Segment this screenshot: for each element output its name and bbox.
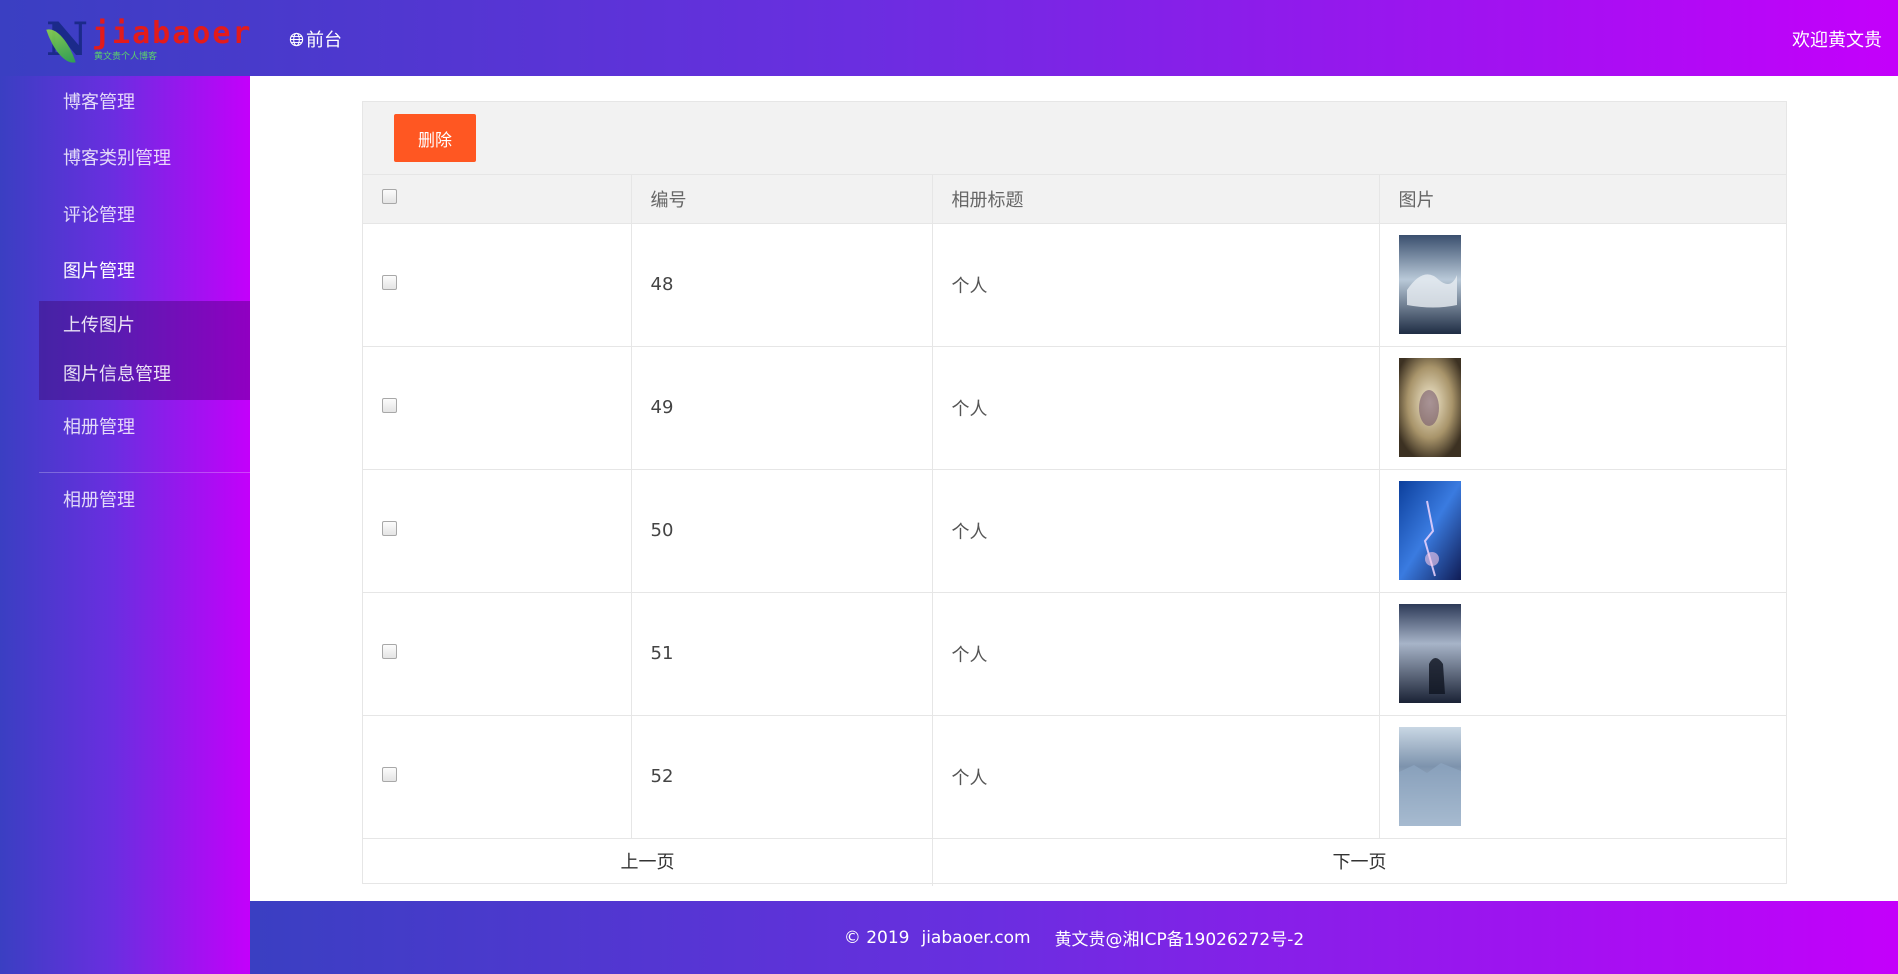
thumbnail-image[interactable]: [1398, 727, 1461, 826]
row-title: 个人: [932, 223, 1380, 347]
front-link[interactable]: 前台: [289, 26, 342, 52]
table-header-row: 编号 相册标题 图片: [363, 175, 1786, 224]
row-id: 50: [631, 469, 933, 593]
image-table: 编号 相册标题 图片 48 个人 49 个人 50 个人 51 个人 52 个人: [363, 175, 1786, 839]
sidebar-subitem-upload-image[interactable]: 上传图片: [39, 301, 250, 350]
sidebar: 博客管理 博客类别管理 评论管理 图片管理 上传图片 图片信息管理 相册管理 相…: [0, 76, 250, 974]
sidebar-divider: [39, 472, 250, 473]
row-checkbox-cell: [363, 715, 632, 839]
table-row: 51 个人: [363, 592, 1786, 716]
row-checkbox-cell: [363, 469, 632, 593]
row-checkbox[interactable]: [382, 398, 397, 413]
row-title: 个人: [932, 715, 1380, 839]
column-header-image[interactable]: 图片: [1379, 175, 1786, 224]
row-id: 51: [631, 592, 933, 716]
site-logo[interactable]: N jiabaoer 黄文贵个人博客: [44, 14, 251, 68]
logo-subtitle: 黄文贵个人博客: [94, 52, 158, 62]
footer-icp[interactable]: 黄文贵@湘ICP备19026272号-2: [1055, 925, 1305, 950]
row-checkbox-cell: [363, 346, 632, 470]
row-title: 个人: [932, 346, 1380, 470]
row-checkbox-cell: [363, 592, 632, 716]
table-row: 49 个人: [363, 346, 1786, 470]
logo-text: jiabaoer: [92, 16, 253, 51]
sidebar-item-blog-category[interactable]: 博客类别管理: [39, 135, 250, 183]
row-image-cell: [1379, 469, 1786, 593]
row-title: 个人: [932, 592, 1380, 716]
footer-copyright: © 2019: [843, 927, 910, 948]
globe-icon: [289, 32, 304, 46]
prev-page-button[interactable]: 上一页: [363, 838, 933, 886]
row-checkbox[interactable]: [382, 767, 397, 782]
row-image-cell: [1379, 223, 1786, 347]
row-id: 48: [631, 223, 933, 347]
row-image-cell: [1379, 346, 1786, 470]
row-image-cell: [1379, 592, 1786, 716]
row-checkbox[interactable]: [382, 275, 397, 290]
image-table-panel: 删除 编号 相册标题 图片 48 个人 49 个人 50 个人 51 个人 52…: [362, 101, 1787, 886]
table-row: 52 个人: [363, 715, 1786, 839]
next-page-button[interactable]: 下一页: [933, 839, 1786, 886]
row-checkbox[interactable]: [382, 521, 397, 536]
row-checkbox[interactable]: [382, 644, 397, 659]
thumbnail-image[interactable]: [1398, 235, 1461, 334]
header-checkbox-cell: [363, 175, 632, 224]
sidebar-item-images[interactable]: 图片管理: [39, 248, 250, 296]
front-link-label: 前台: [306, 30, 342, 51]
row-checkbox-cell: [363, 223, 632, 347]
footer-site-link[interactable]: jiabaoer.com: [921, 928, 1030, 948]
row-image-cell: [1379, 715, 1786, 839]
pagination: 上一页 下一页: [363, 838, 1786, 886]
delete-button[interactable]: 删除: [394, 114, 476, 162]
column-header-album-title[interactable]: 相册标题: [932, 175, 1380, 224]
sidebar-item-blog[interactable]: 博客管理: [39, 79, 250, 127]
row-id: 49: [631, 346, 933, 470]
table-toolbar: 删除: [363, 102, 1786, 175]
thumbnail-image[interactable]: [1398, 358, 1461, 457]
footer: © 2019 jiabaoer.com 黄文贵@湘ICP备19026272号-2: [250, 901, 1898, 974]
sidebar-subitem-image-info[interactable]: 图片信息管理: [39, 350, 250, 399]
sidebar-item-comments[interactable]: 评论管理: [39, 192, 250, 240]
thumbnail-image[interactable]: [1398, 481, 1461, 580]
row-title: 个人: [932, 469, 1380, 593]
table-row: 48 个人: [363, 223, 1786, 347]
table-row: 50 个人: [363, 469, 1786, 593]
row-id: 52: [631, 715, 933, 839]
column-header-id[interactable]: 编号: [631, 175, 933, 224]
sidebar-item-albums[interactable]: 相册管理: [39, 404, 250, 452]
sidebar-item-albums-2[interactable]: 相册管理: [39, 477, 250, 525]
select-all-checkbox[interactable]: [382, 189, 397, 205]
top-header: N jiabaoer 黄文贵个人博客 前台 欢迎黄文贵: [0, 0, 1898, 76]
thumbnail-image[interactable]: [1398, 604, 1461, 703]
sidebar-submenu-images: 上传图片 图片信息管理: [39, 301, 250, 400]
welcome-text[interactable]: 欢迎黄文贵: [1792, 26, 1882, 52]
